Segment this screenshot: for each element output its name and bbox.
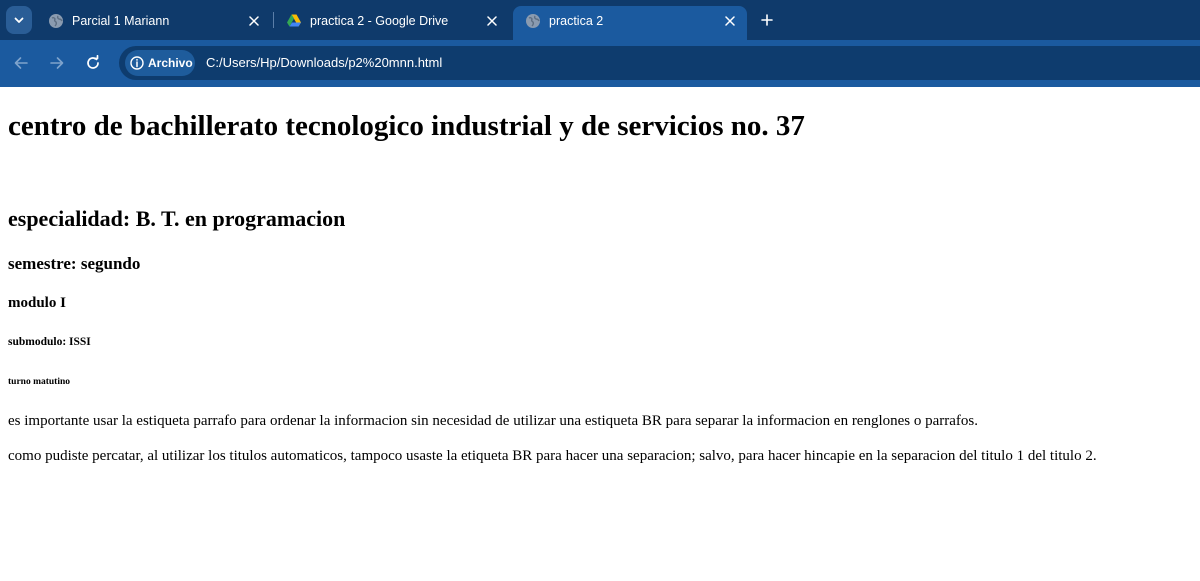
- new-tab-button[interactable]: [756, 9, 778, 31]
- tab-practica-2[interactable]: practica 2: [513, 6, 747, 40]
- close-tab-button[interactable]: [483, 12, 501, 30]
- close-icon: [725, 16, 735, 26]
- tab-title: practica 2: [549, 14, 604, 28]
- reload-icon: [87, 55, 99, 69]
- forward-button[interactable]: [46, 52, 68, 74]
- tab-strip: Parcial 1 Mariann practica 2 - Google Dr…: [0, 0, 1200, 40]
- paragraph: es importante usar la estiqueta parrafo …: [8, 413, 979, 429]
- google-drive-icon: [287, 14, 301, 27]
- paragraph: como pudiste percatar, al utilizar los t…: [8, 448, 1097, 464]
- heading-6: turno matutino: [8, 377, 71, 387]
- heading-4: modulo I: [8, 295, 66, 311]
- close-icon: [487, 16, 497, 26]
- tab-title: Parcial 1 Mariann: [72, 14, 170, 28]
- globe-icon: [526, 14, 540, 28]
- globe-icon: [49, 14, 63, 28]
- info-icon: [130, 56, 144, 70]
- heading-5: submodulo: ISSI: [8, 336, 91, 348]
- close-tab-button[interactable]: [721, 12, 739, 30]
- heading-3: semestre: segundo: [8, 254, 141, 273]
- page-content: centro de bachillerato tecnologico indus…: [0, 87, 1200, 581]
- tab-google-drive[interactable]: practica 2 - Google Drive: [274, 6, 510, 40]
- heading-1: centro de bachillerato tecnologico indus…: [8, 110, 805, 142]
- url-text[interactable]: C:/Users/Hp/Downloads/p2%20mnn.html: [206, 55, 442, 70]
- site-info-chip[interactable]: Archivo: [125, 50, 195, 76]
- tab-parcial-1[interactable]: Parcial 1 Mariann: [36, 6, 272, 40]
- arrow-left-icon: [14, 57, 28, 69]
- close-tab-button[interactable]: [245, 12, 263, 30]
- browser-toolbar: Archivo C:/Users/Hp/Downloads/p2%20mnn.h…: [0, 40, 1200, 86]
- chevron-down-icon: [14, 17, 24, 23]
- tab-title: practica 2 - Google Drive: [310, 14, 449, 28]
- back-button[interactable]: [10, 52, 32, 74]
- arrow-right-icon: [50, 57, 64, 69]
- tab-search-button[interactable]: [6, 6, 32, 34]
- site-info-label: Archivo: [148, 56, 193, 70]
- plus-icon: [761, 14, 773, 26]
- reload-button[interactable]: [82, 52, 104, 74]
- close-icon: [249, 16, 259, 26]
- address-bar[interactable]: Archivo C:/Users/Hp/Downloads/p2%20mnn.h…: [119, 46, 1200, 80]
- heading-2: especialidad: B. T. en programacion: [8, 206, 346, 231]
